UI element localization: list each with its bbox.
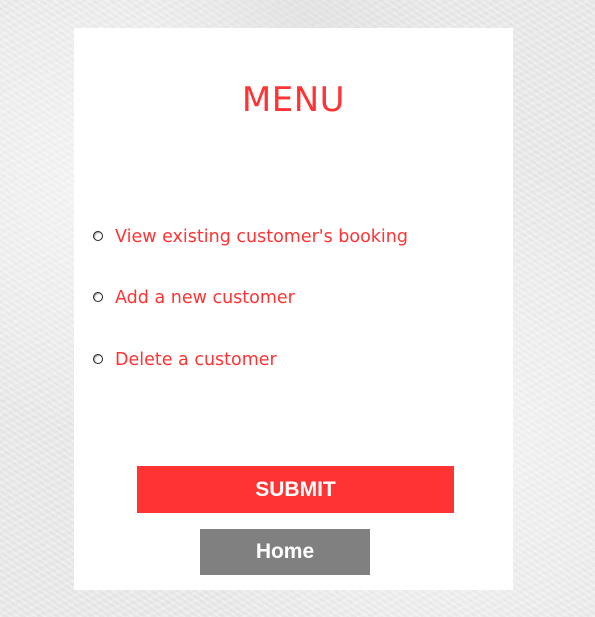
option-label: View existing customer's booking bbox=[115, 227, 408, 247]
option-delete-customer[interactable]: Delete a customer bbox=[93, 349, 277, 371]
radio-button[interactable] bbox=[93, 291, 103, 302]
radio-button[interactable] bbox=[93, 230, 103, 241]
option-label: Add a new customer bbox=[115, 288, 295, 308]
option-view-booking[interactable]: View existing customer's booking bbox=[93, 226, 408, 248]
option-label: Delete a customer bbox=[115, 350, 277, 370]
page-title: MENU bbox=[241, 80, 346, 120]
radio-button[interactable] bbox=[93, 353, 103, 364]
submit-button[interactable]: SUBMIT bbox=[137, 466, 454, 513]
option-add-customer[interactable]: Add a new customer bbox=[93, 287, 295, 309]
home-button[interactable]: Home bbox=[200, 529, 370, 575]
